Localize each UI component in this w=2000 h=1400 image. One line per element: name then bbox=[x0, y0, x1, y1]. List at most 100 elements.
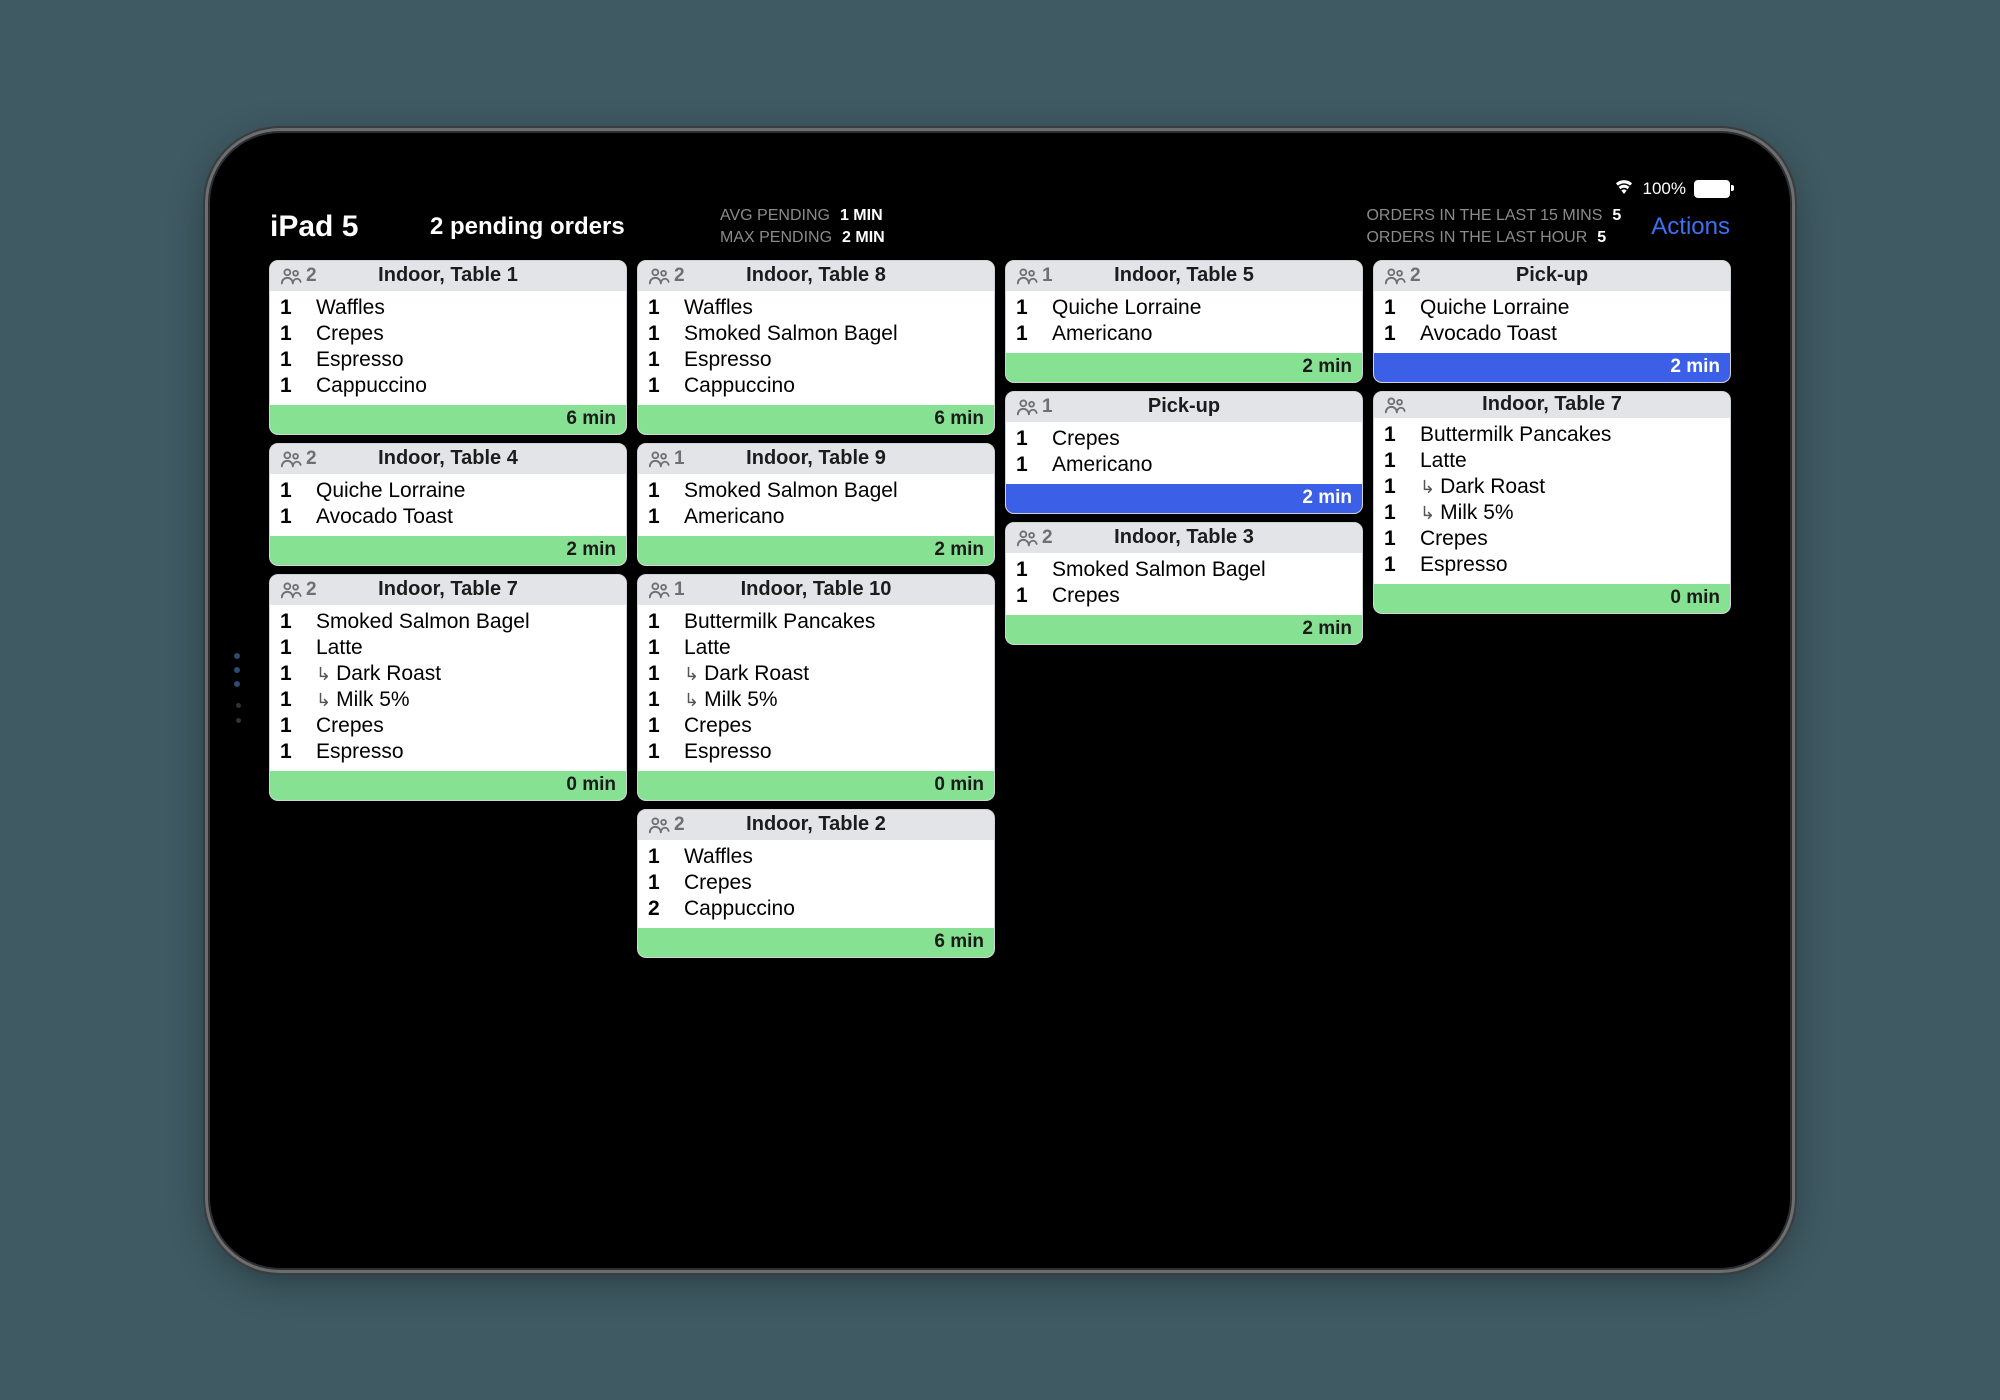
item-name: Americano bbox=[684, 505, 784, 529]
guests-count: 1 bbox=[648, 579, 692, 601]
item-name: Americano bbox=[1052, 322, 1152, 346]
order-card[interactable]: 2Indoor, Table 31Smoked Salmon Bagel1Cre… bbox=[1006, 523, 1362, 644]
order-age: 6 min bbox=[638, 928, 994, 957]
order-item: 1Cappuccino bbox=[280, 373, 616, 399]
order-item: 1 Smoked Salmon Bagel bbox=[280, 609, 616, 635]
order-card[interactable]: 2Indoor, Table 71Smoked Salmon Bagel1Lat… bbox=[270, 575, 626, 800]
item-qty: 1 bbox=[1384, 296, 1406, 320]
order-items: 1Smoked Salmon Bagel1Latte1Dark Roast1Mi… bbox=[270, 605, 626, 771]
avg-pending-label: AVG PENDING bbox=[720, 207, 830, 225]
order-age: 6 min bbox=[270, 405, 626, 434]
item-qty: 2 bbox=[648, 897, 670, 921]
item-name: Dark Roast bbox=[316, 662, 441, 686]
order-age: 0 min bbox=[270, 771, 626, 800]
order-item: 1Cappuccino bbox=[648, 373, 984, 399]
orders-1h-label: ORDERS IN THE LAST HOUR bbox=[1366, 229, 1587, 247]
order-age: 2 min bbox=[1006, 615, 1362, 644]
order-card[interactable]: 2Indoor, Table 11Waffles1Crepes1Espresso… bbox=[270, 261, 626, 434]
item-name: Waffles bbox=[684, 296, 753, 320]
order-age: 2 min bbox=[1006, 353, 1362, 382]
order-item: 1Crepes bbox=[648, 713, 984, 739]
item-qty: 1 bbox=[648, 688, 670, 712]
order-items: 1Buttermilk Pancakes1Latte1Dark Roast1Mi… bbox=[638, 605, 994, 771]
actions-button[interactable]: Actions bbox=[1651, 213, 1730, 241]
item-name: Avocado Toast bbox=[316, 505, 453, 529]
guests-number: 2 bbox=[306, 579, 317, 601]
order-items: 1Waffles1Crepes1Espresso1Cappuccino bbox=[270, 291, 626, 405]
order-item: 2Cappuccino bbox=[648, 896, 984, 922]
order-item: 1Latte bbox=[280, 635, 616, 661]
guests-count: 2 bbox=[280, 448, 324, 470]
order-card[interactable]: 2Pick-up1Quiche Lorraine1Avocado Toast2 … bbox=[1374, 261, 1730, 382]
order-age: 2 min bbox=[270, 536, 626, 565]
guests-number: 1 bbox=[674, 579, 685, 601]
order-item: 1Crepes bbox=[648, 870, 984, 896]
guests-number: 2 bbox=[1410, 265, 1421, 287]
item-name: Dark Roast bbox=[1420, 475, 1545, 499]
item-qty: 1 bbox=[1384, 501, 1406, 525]
item-qty: 1 bbox=[280, 688, 302, 712]
item-qty: 1 bbox=[648, 871, 670, 895]
item-qty: 1 bbox=[648, 636, 670, 660]
item-qty: 1 bbox=[648, 322, 670, 346]
item-qty: 1 bbox=[280, 662, 302, 686]
orders-board: 2Indoor, Table 11Waffles1Crepes1Espresso… bbox=[248, 261, 1752, 957]
order-item: 1Americano bbox=[1016, 321, 1352, 347]
orders-column: 2Pick-up1Quiche Lorraine1Avocado Toast2 … bbox=[1374, 261, 1730, 613]
item-name: Milk 5% bbox=[1420, 501, 1514, 525]
order-card[interactable]: 2Indoor, Table 8 1 Waffles 1 Smoked Salmon B… bbox=[638, 261, 994, 434]
item-qty: 1 bbox=[280, 714, 302, 738]
item-qty: 1 bbox=[280, 610, 302, 634]
item-qty: 1 bbox=[1384, 423, 1406, 447]
item-name: Latte bbox=[1420, 449, 1467, 473]
item-qty: 1 bbox=[648, 714, 670, 738]
orders-15min-value: 5 bbox=[1612, 207, 1621, 225]
order-item: 1Buttermilk Pancakes bbox=[1384, 422, 1720, 448]
ipad-frame: 100% iPad 5 2 pending orders AVG PENDING… bbox=[210, 133, 1790, 1268]
order-items: 1Crepes1Americano bbox=[1006, 422, 1362, 484]
order-item: 1 Smoked Salmon Bagel bbox=[648, 321, 984, 347]
order-card-header: 2Indoor, Table 4 bbox=[270, 444, 626, 474]
battery-icon bbox=[1694, 180, 1730, 198]
item-name: Smoked Salmon Bagel bbox=[684, 322, 898, 346]
order-card[interactable]: 1Indoor, Table 91Smoked Salmon Bagel1Ame… bbox=[638, 444, 994, 565]
guests-number: 2 bbox=[306, 448, 317, 470]
order-card[interactable]: 1Indoor, Table 51Quiche Lorraine1America… bbox=[1006, 261, 1362, 382]
item-name: Espresso bbox=[316, 740, 404, 764]
order-item: 1 Waffles bbox=[648, 295, 984, 321]
order-card-header: 2Indoor, Table 8 bbox=[638, 261, 994, 291]
order-card[interactable]: 2Indoor, Table 41Quiche Lorraine1Avocado… bbox=[270, 444, 626, 565]
wifi-icon bbox=[1613, 178, 1635, 199]
order-card-header: 2Indoor, Table 3 bbox=[1006, 523, 1362, 553]
item-name: Latte bbox=[684, 636, 731, 660]
order-item: 1Buttermilk Pancakes bbox=[648, 609, 984, 635]
orders-column: 2Indoor, Table 8 1 Waffles 1 Smoked Salmon B… bbox=[638, 261, 994, 957]
order-card[interactable]: Indoor, Table 71Buttermilk Pancakes1Latt… bbox=[1374, 392, 1730, 613]
item-name: Smoked Salmon Bagel bbox=[316, 610, 530, 634]
order-item-modifier: 1Milk 5% bbox=[280, 687, 616, 713]
item-name: Cappuccino bbox=[684, 374, 795, 398]
item-name: Americano bbox=[1052, 453, 1152, 477]
guests-number: 2 bbox=[674, 265, 685, 287]
order-item: 1Espresso bbox=[280, 347, 616, 373]
item-name: Quiche Lorraine bbox=[316, 479, 465, 503]
order-card[interactable]: 2Indoor, Table 21Waffles1Crepes2Cappucci… bbox=[638, 810, 994, 957]
order-item: 1Espresso bbox=[648, 347, 984, 373]
guests-number: 2 bbox=[1042, 527, 1053, 549]
order-card[interactable]: 1Indoor, Table 101Buttermilk Pancakes1La… bbox=[638, 575, 994, 800]
orders-15min-label: ORDERS IN THE LAST 15 MINS bbox=[1366, 207, 1602, 225]
item-name: Espresso bbox=[316, 348, 404, 372]
order-item: 1Espresso bbox=[648, 739, 984, 765]
item-qty: 1 bbox=[1016, 584, 1038, 608]
item-qty: 1 bbox=[280, 740, 302, 764]
order-items: 1Buttermilk Pancakes1Latte1Dark Roast1Mi… bbox=[1374, 418, 1730, 584]
order-card[interactable]: 1Pick-up1Crepes1Americano2 min bbox=[1006, 392, 1362, 513]
item-qty: 1 bbox=[280, 374, 302, 398]
order-item: 1Crepes bbox=[280, 713, 616, 739]
order-items: 1Quiche Lorraine1Avocado Toast bbox=[270, 474, 626, 536]
item-qty: 1 bbox=[648, 296, 670, 320]
guests-number: 2 bbox=[306, 265, 317, 287]
orders-column: 1Indoor, Table 51Quiche Lorraine1America… bbox=[1006, 261, 1362, 644]
guests-number: 1 bbox=[1042, 396, 1053, 418]
item-qty: 1 bbox=[648, 845, 670, 869]
